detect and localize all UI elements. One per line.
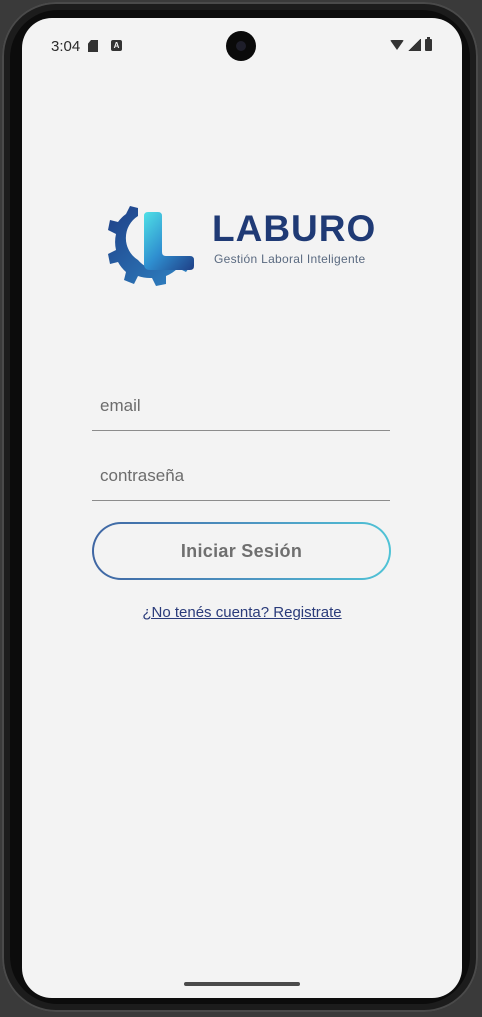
email-input[interactable] [100,390,380,422]
app-screen: 3:04 A LABURO Gestión Laboral Inteligent… [22,18,462,998]
wifi-icon [390,40,404,50]
brand-logo: LABURO Gestión Laboral Inteligente [108,194,378,290]
password-field [92,456,390,501]
home-indicator[interactable] [184,982,300,986]
sd-card-icon [88,40,98,52]
status-time: 3:04 [51,38,81,55]
front-camera [226,31,256,61]
laburo-gear-logo-icon [108,206,194,286]
register-link[interactable]: ¿No tenés cuenta? Registrate [22,604,462,621]
login-button-label: Iniciar Sesión [94,524,389,578]
login-button[interactable]: Iniciar Sesión [92,522,391,580]
signal-icon [408,39,421,51]
brand-tagline: Gestión Laboral Inteligente [214,252,366,266]
brand-name: LABURO [212,208,377,249]
email-field [92,386,390,431]
battery-icon [425,37,432,51]
status-bar: 3:04 A [22,18,462,74]
status-icons [390,37,432,51]
a-badge-icon: A [111,40,122,51]
password-input[interactable] [100,460,380,492]
